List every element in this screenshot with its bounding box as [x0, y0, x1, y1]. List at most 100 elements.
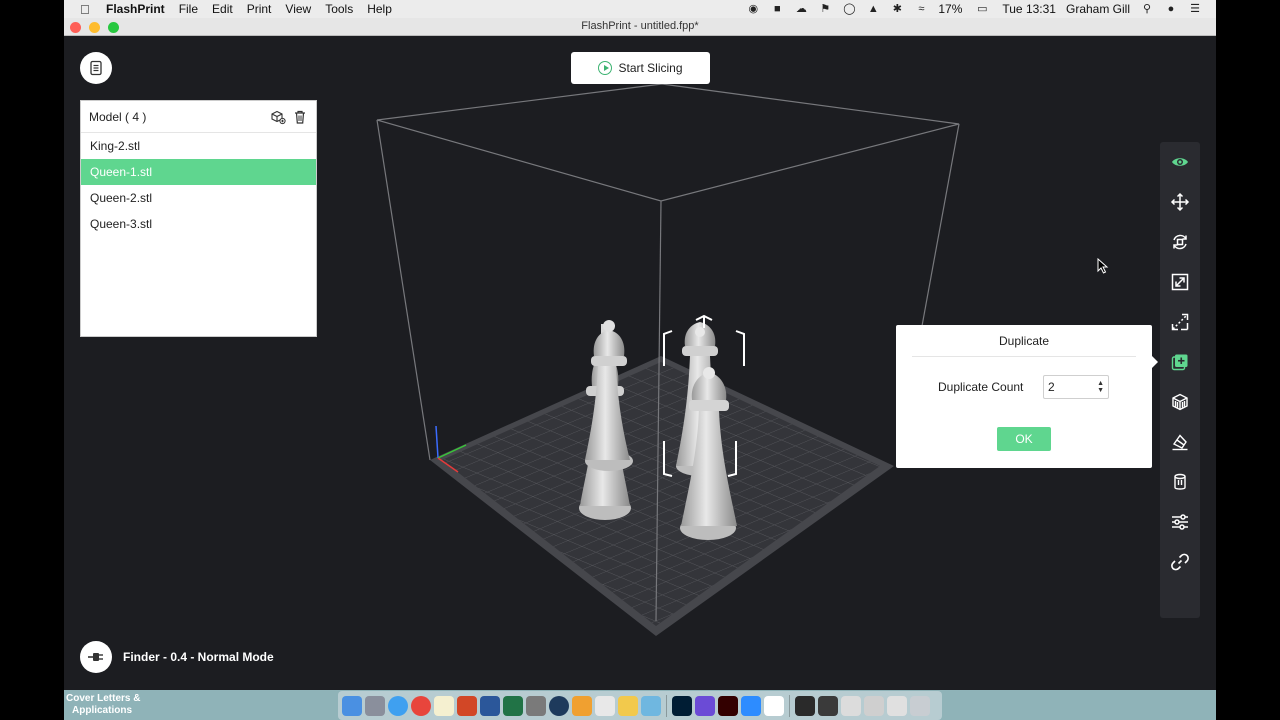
model-list-header: Model ( 4 ): [81, 101, 316, 133]
flag-icon[interactable]: ⚑: [818, 3, 832, 15]
printer-connect-button[interactable]: [80, 641, 112, 673]
user-name[interactable]: Graham Gill: [1066, 2, 1130, 16]
file-menu-button[interactable]: [80, 52, 112, 84]
photos-icon[interactable]: [618, 695, 638, 716]
illustrator-icon[interactable]: [718, 695, 738, 716]
model-list-item-queen-1[interactable]: Queen-1.stl: [81, 159, 316, 185]
mouse-cursor-icon: [1097, 258, 1109, 274]
start-slicing-button[interactable]: Start Slicing: [571, 52, 710, 84]
cut-icon: [1171, 313, 1189, 331]
spotlight-search-icon[interactable]: ⚲: [1140, 3, 1154, 15]
plug-icon: [88, 653, 103, 661]
creative-cloud-icon[interactable]: ◯: [842, 3, 856, 15]
model-count-title: Model ( 4 ): [89, 109, 147, 124]
photoshop-icon[interactable]: [672, 695, 692, 716]
folder-label-line-2: Applications: [72, 705, 133, 716]
imovie-icon[interactable]: [695, 695, 715, 716]
window-thumbnail-1-icon[interactable]: [795, 695, 815, 716]
macos-menu-bar:  FlashPrint File Edit Print View Tools …: [64, 0, 1216, 18]
rotate-tool-button[interactable]: [1160, 222, 1200, 262]
bluetooth-icon[interactable]: ✱: [890, 3, 904, 15]
screen:  FlashPrint File Edit Print View Tools …: [0, 0, 1280, 720]
textedit-icon[interactable]: [595, 695, 615, 716]
settings-tool-button[interactable]: [1160, 502, 1200, 542]
duplicate-dialog-title: Duplicate: [912, 325, 1136, 357]
ok-button[interactable]: OK: [997, 427, 1051, 451]
clock[interactable]: Tue 13:31: [1002, 2, 1056, 16]
preview-icon[interactable]: [641, 695, 661, 716]
cut-tool-button[interactable]: [1160, 302, 1200, 342]
move-tool-button[interactable]: [1160, 182, 1200, 222]
extruder-icon: [1174, 473, 1186, 490]
wifi-icon[interactable]: ≈: [914, 3, 928, 15]
window-thumbnail-4-icon[interactable]: [864, 695, 884, 716]
excel-icon[interactable]: [503, 695, 523, 716]
scale-tool-button[interactable]: [1160, 262, 1200, 302]
battery-icon[interactable]: ▭: [972, 3, 992, 15]
menu-view[interactable]: View: [285, 2, 311, 16]
link-tool-button[interactable]: [1160, 542, 1200, 582]
status-tray: ◉ ■ ☁ ⚑ ◯ ▲ ✱ ≈ 17% ▭ Tue 13:31 Graham G…: [746, 0, 1202, 18]
powerpoint-icon[interactable]: [457, 695, 477, 716]
flashprint-icon[interactable]: [764, 695, 784, 716]
menu-file[interactable]: File: [179, 2, 198, 16]
status-text: Finder - 0.4 - Normal Mode: [123, 650, 274, 664]
eye-icon: [1172, 158, 1188, 166]
desktop-folder-label[interactable]: Cover Letters & Applications: [66, 693, 140, 717]
quicktime-icon[interactable]: [549, 695, 569, 716]
play-icon: [598, 61, 613, 75]
pages-icon[interactable]: [572, 695, 592, 716]
3d-viewport[interactable]: Start Slicing Model ( 4 ) King-2.stl Que…: [64, 36, 1216, 690]
link-icon: [1171, 553, 1189, 571]
menu-tools[interactable]: Tools: [325, 2, 353, 16]
desktop-strip: Cover Letters & Applications: [64, 690, 1216, 720]
video-icon[interactable]: ■: [770, 3, 784, 15]
dialog-pointer: [1152, 356, 1158, 368]
duplicate-count-input[interactable]: 2 ▲ ▼: [1043, 375, 1109, 399]
sliders-icon: [1172, 514, 1188, 530]
finder-icon[interactable]: [342, 695, 362, 716]
right-toolbar: [1160, 142, 1200, 618]
window-thumbnail-3-icon[interactable]: [841, 695, 861, 716]
menu-edit[interactable]: Edit: [212, 2, 233, 16]
menu-print[interactable]: Print: [247, 2, 272, 16]
notification-center-icon[interactable]: ☰: [1188, 3, 1202, 15]
apple-menu-icon[interactable]: : [80, 2, 96, 17]
chrome-icon[interactable]: [411, 695, 431, 716]
duplicate-count-label: Duplicate Count: [938, 380, 1024, 394]
trash-icon[interactable]: [292, 109, 308, 125]
supports-icon: [1172, 393, 1188, 411]
window-thumbnail-5-icon[interactable]: [887, 695, 907, 716]
battery-percent[interactable]: 17%: [938, 2, 962, 16]
notes-icon[interactable]: [434, 695, 454, 716]
system-preferences-icon[interactable]: [526, 695, 546, 716]
model-list-item-queen-3[interactable]: Queen-3.stl: [81, 211, 316, 237]
dock-separator-2: [789, 694, 790, 717]
siri-icon[interactable]: ●: [1164, 3, 1178, 15]
launchpad-icon[interactable]: [365, 695, 385, 716]
duplicate-tool-button[interactable]: [1160, 342, 1200, 382]
document-icon: [90, 60, 102, 76]
record-icon[interactable]: ◉: [746, 3, 760, 15]
menu-help[interactable]: Help: [367, 2, 392, 16]
safari-icon[interactable]: [388, 695, 408, 716]
extruder-tool-button[interactable]: [1160, 462, 1200, 502]
airplay-icon[interactable]: ▲: [866, 3, 880, 15]
window-thumbnail-2-icon[interactable]: [818, 695, 838, 716]
dock-separator: [666, 694, 667, 717]
zoom-icon[interactable]: [741, 695, 761, 716]
app-menu[interactable]: FlashPrint: [106, 2, 165, 16]
trash-bin-icon[interactable]: [910, 695, 930, 716]
view-tool-button[interactable]: [1160, 142, 1200, 182]
word-icon[interactable]: [480, 695, 500, 716]
stepper-arrows-icon[interactable]: ▲ ▼: [1097, 380, 1104, 394]
model-list-item-king-2[interactable]: King-2.stl: [81, 133, 316, 159]
supports-tool-button[interactable]: [1160, 382, 1200, 422]
cloud-icon[interactable]: ☁: [794, 3, 808, 15]
model-list-item-queen-2[interactable]: Queen-2.stl: [81, 185, 316, 211]
add-model-icon[interactable]: [270, 109, 286, 125]
lay-flat-tool-button[interactable]: [1160, 422, 1200, 462]
duplicate-icon: [1171, 354, 1188, 371]
folder-label-line-1: Cover Letters &: [66, 693, 141, 704]
start-slicing-label: Start Slicing: [618, 61, 683, 75]
